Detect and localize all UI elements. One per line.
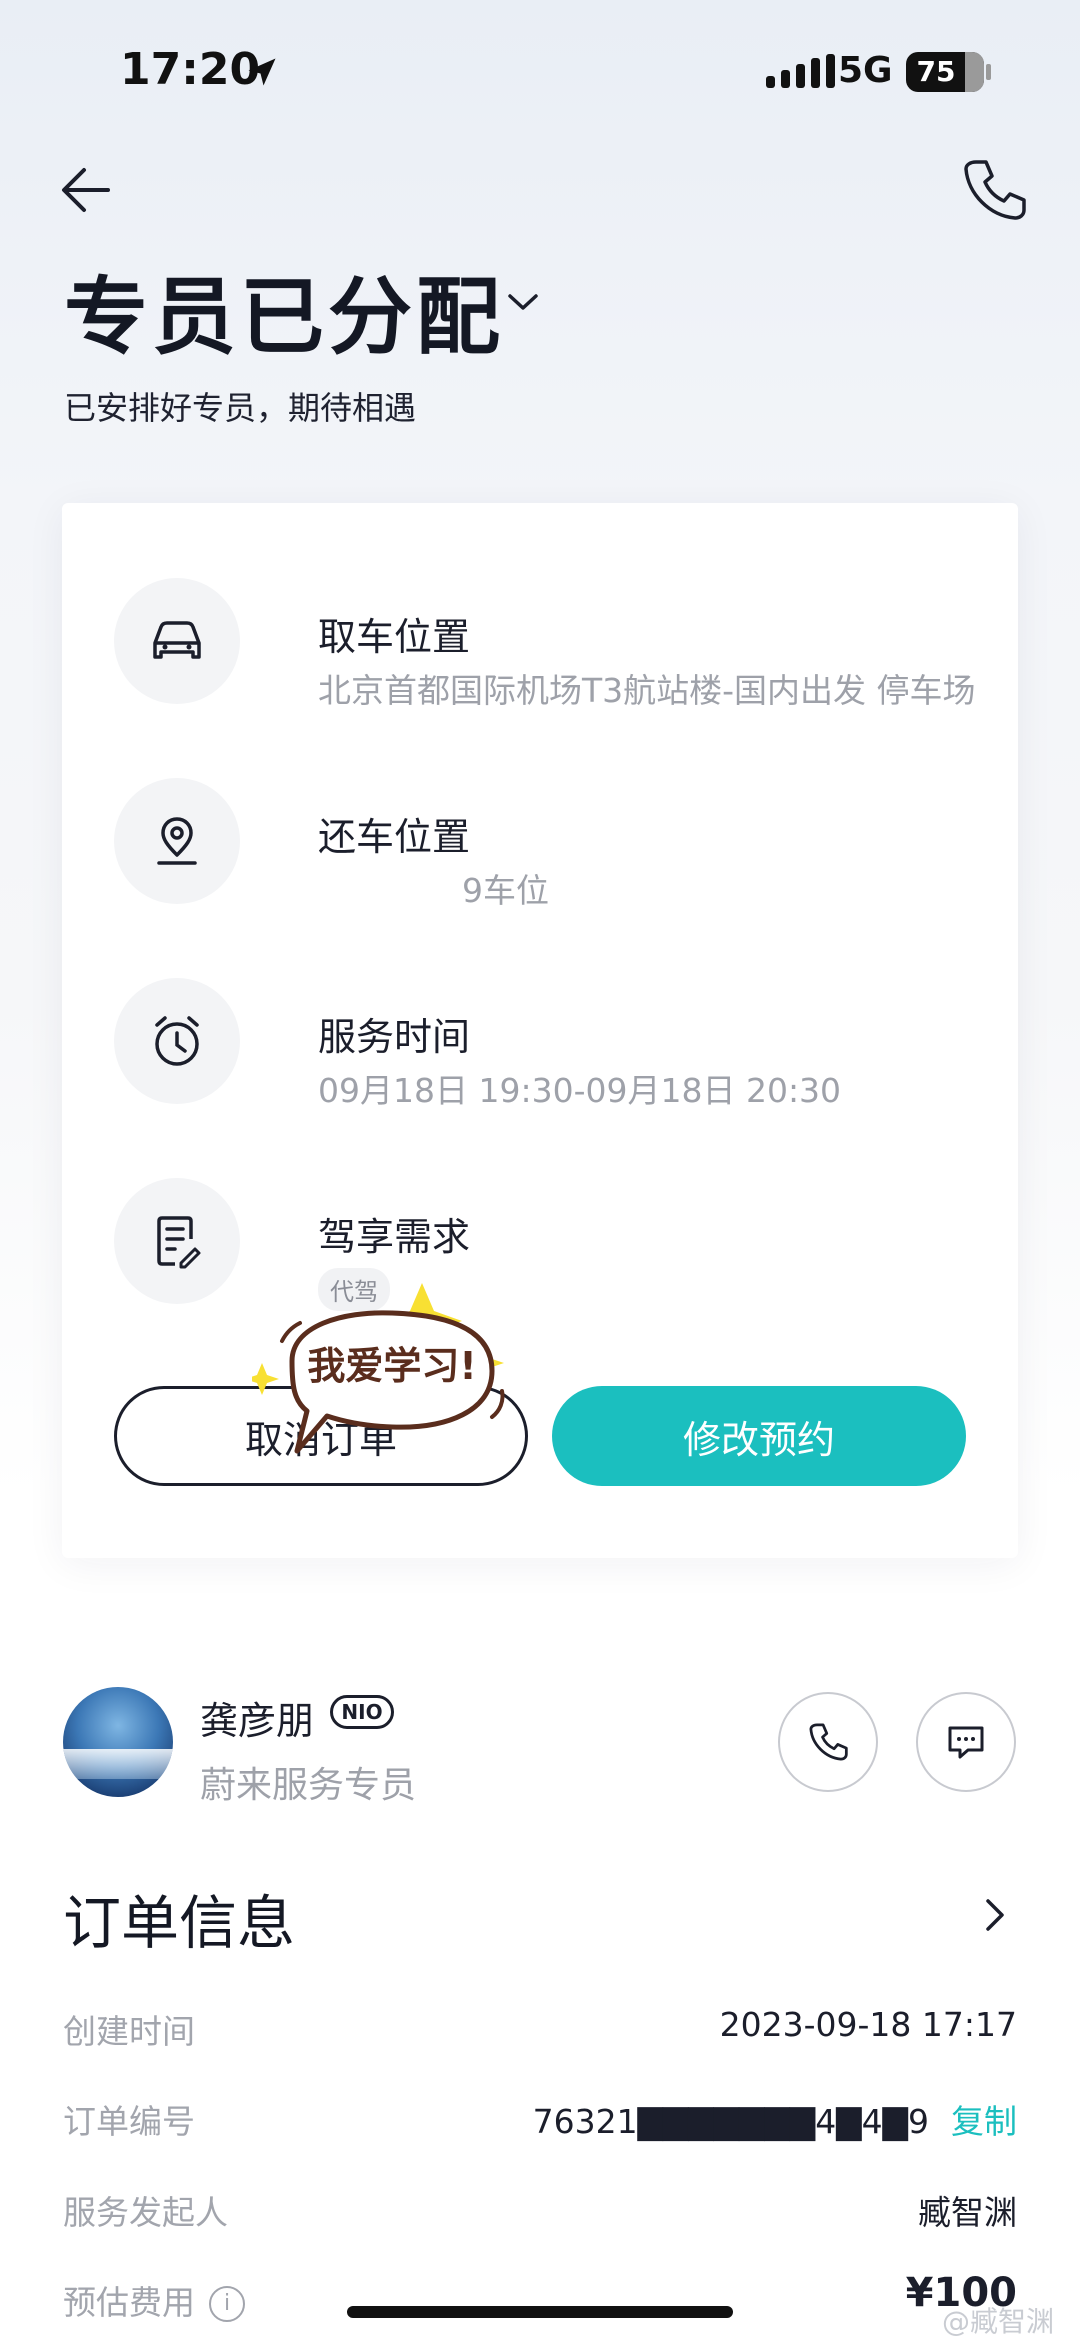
- back-arrow-icon[interactable]: [56, 158, 120, 222]
- created-time-value: 2023-09-18 17:17: [719, 2005, 1017, 2044]
- network-type: 5G: [838, 50, 893, 91]
- car-icon: [114, 578, 240, 704]
- agent-name: 龚彦朋: [200, 1699, 315, 1743]
- signal-icon: [766, 54, 835, 88]
- phone-icon: [809, 1723, 848, 1761]
- chevron-down-icon[interactable]: [506, 290, 540, 314]
- service-time-label: 服务时间: [318, 1015, 471, 1059]
- modify-booking-button[interactable]: 修改预约: [552, 1386, 966, 1486]
- fee-row: 预估费用 i ¥100: [63, 2270, 1017, 2326]
- map-pin-icon: [114, 778, 240, 904]
- note-edit-icon: [114, 1178, 240, 1304]
- initiator-value: 臧智渊: [918, 2193, 1017, 2232]
- status-time: 17:20: [120, 44, 261, 95]
- return-value: 9车位: [462, 871, 549, 910]
- status-bar: 17:20 5G 75: [0, 0, 1080, 150]
- sticker-speech-bubble: 我爱学习!: [252, 1283, 505, 1454]
- pickup-location-row: 取车位置 北京首都国际机场T3航站楼-国内出发 停车场: [114, 578, 984, 710]
- battery-tip: [986, 64, 991, 80]
- home-indicator[interactable]: [347, 2306, 733, 2318]
- order-number-value: 76321▇▇▇▇▇▇▇4▇4▇9: [532, 2102, 929, 2141]
- order-info-title[interactable]: 订单信息: [63, 1876, 295, 1960]
- copy-button[interactable]: 复制: [951, 2102, 1017, 2141]
- request-label: 驾享需求: [318, 1215, 471, 1259]
- pickup-value: 北京首都国际机场T3航站楼-国内出发 停车场: [318, 671, 976, 710]
- watermark: @臧智渊: [942, 2305, 1055, 2338]
- chevron-right-icon[interactable]: [984, 1897, 1006, 1933]
- battery-percent: 75: [916, 55, 956, 88]
- alarm-clock-icon: [114, 978, 240, 1104]
- call-agent-button[interactable]: [778, 1692, 878, 1792]
- agent-role: 蔚来服务专员: [200, 1765, 417, 1806]
- return-label: 还车位置: [318, 815, 471, 859]
- battery-icon: 75: [906, 52, 984, 92]
- page-subtitle: 已安排好专员，期待相遇: [64, 389, 417, 427]
- order-number-row: 订单编号 76321▇▇▇▇▇▇▇4▇4▇9 复制: [63, 2095, 1017, 2145]
- message-agent-button[interactable]: [916, 1692, 1016, 1792]
- initiator-row: 服务发起人 臧智渊: [63, 2186, 1017, 2236]
- avatar: [63, 1687, 173, 1797]
- created-time-label: 创建时间: [63, 2012, 195, 2051]
- order-number-wrap: 76321▇▇▇▇▇▇▇4▇4▇9 复制: [533, 2095, 1017, 2143]
- fee-label: 预估费用: [63, 2283, 195, 2322]
- sticker-text: 我爱学习!: [307, 1344, 476, 1388]
- service-details-card: 取车位置 北京首都国际机场T3航站楼-国内出发 停车场 还车位置 9车位 服务时…: [62, 503, 1018, 1558]
- chat-icon: [948, 1726, 984, 1759]
- initiator-label: 服务发起人: [63, 2193, 228, 2232]
- location-arrow-icon: [248, 58, 276, 86]
- fee-label-wrap: 预估费用 i: [63, 2276, 245, 2324]
- return-location-row: 还车位置 9车位: [114, 778, 984, 910]
- service-time-value: 09月18日 19:30-09月18日 20:30: [318, 1071, 842, 1110]
- phone-icon[interactable]: [958, 154, 1030, 226]
- order-number-label: 订单编号: [63, 2102, 195, 2141]
- info-icon[interactable]: i: [209, 2286, 245, 2322]
- nio-badge: NIO: [330, 1695, 394, 1729]
- pickup-label: 取车位置: [318, 615, 471, 659]
- page-title: 专员已分配: [64, 268, 505, 366]
- service-time-row: 服务时间 09月18日 19:30-09月18日 20:30: [114, 978, 984, 1110]
- created-time-row: 创建时间 2023-09-18 17:17: [63, 2005, 1017, 2055]
